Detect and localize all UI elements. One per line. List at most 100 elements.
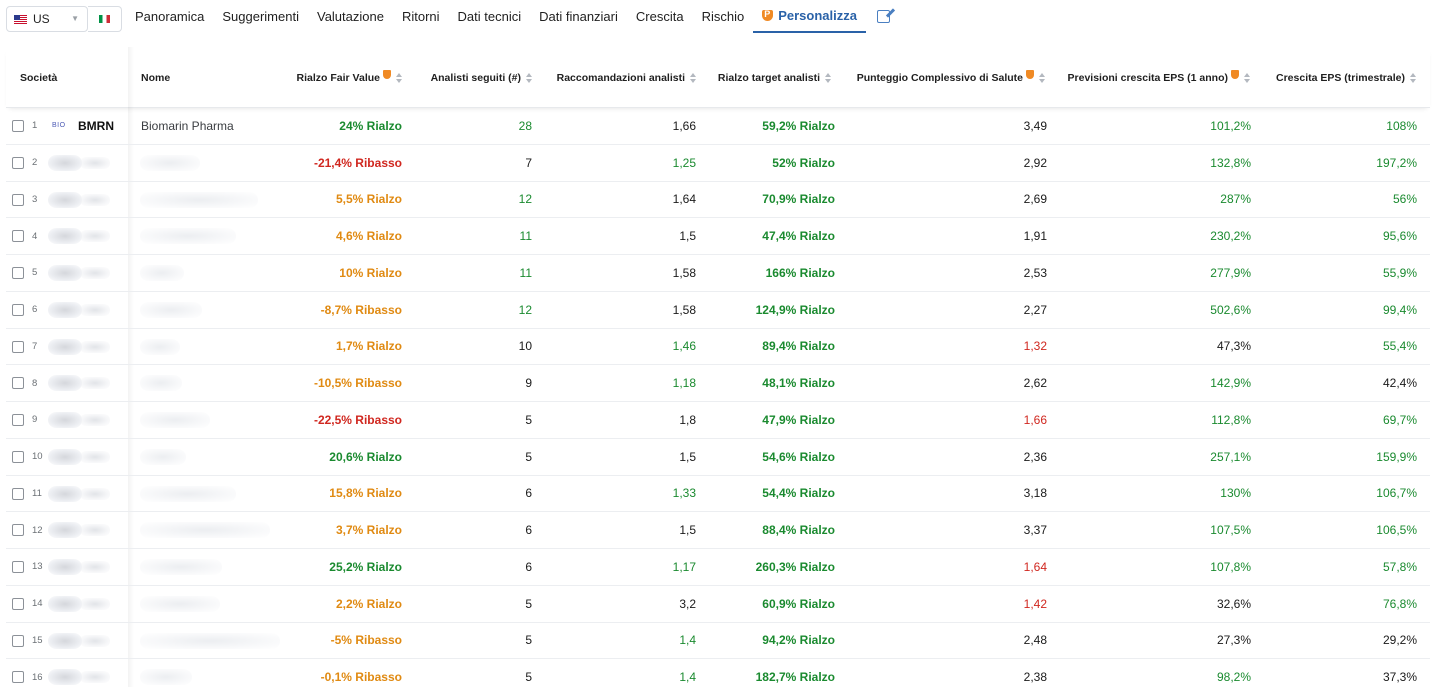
eps-growth-cell: 76,8% xyxy=(1382,596,1417,611)
country-select[interactable]: US ▼ xyxy=(6,6,88,32)
blurred-ticker[interactable] xyxy=(80,450,110,463)
blurred-ticker[interactable] xyxy=(80,377,110,390)
blurred-ticker[interactable] xyxy=(80,340,110,353)
blurred-name[interactable] xyxy=(140,412,210,428)
blurred-name[interactable] xyxy=(140,265,184,281)
row-checkbox[interactable] xyxy=(12,193,24,206)
header-fair-value[interactable]: Rialzo Fair Value xyxy=(256,47,402,108)
row-checkbox[interactable] xyxy=(12,487,24,500)
blurred-name[interactable] xyxy=(140,191,258,208)
table-row[interactable]: 11 15,8% Rialzo 6 1,33 54,4% Rialzo 3,18 130% 1… xyxy=(6,476,1430,513)
blurred-ticker[interactable] xyxy=(80,193,110,206)
blurred-ticker[interactable] xyxy=(80,671,110,684)
company-name-link[interactable]: Biomarin Pharma xyxy=(141,108,234,144)
row-checkbox[interactable] xyxy=(12,634,24,647)
row-checkbox[interactable] xyxy=(12,671,24,684)
tab-personalizza[interactable]: Personalizza xyxy=(753,0,866,33)
language-button[interactable] xyxy=(88,6,122,32)
row-checkbox[interactable] xyxy=(12,120,24,132)
row-checkbox[interactable] xyxy=(12,267,24,279)
blurred-name[interactable] xyxy=(140,485,236,502)
table-row[interactable]: 9 -22,5% Ribasso 5 1,8 47,9% Rialzo 1,66 112,8… xyxy=(6,402,1430,439)
edit-columns-button[interactable] xyxy=(866,0,899,33)
header-analysts[interactable]: Analisti seguiti (#) xyxy=(406,47,532,108)
blurred-name[interactable] xyxy=(140,448,186,465)
blurred-logo xyxy=(48,485,82,502)
table-row[interactable]: 5 10% Rialzo 11 1,58 166% Rialzo 2,53 277,9% 55… xyxy=(6,255,1430,292)
table-row[interactable]: 10 20,6% Rialzo 5 1,5 54,6% Rialzo 2,36 257,1%… xyxy=(6,439,1430,476)
blurred-name[interactable] xyxy=(140,375,182,392)
table-row[interactable]: 3 5,5% Rialzo 12 1,64 70,9% Rialzo 2,69 287% 56… xyxy=(6,182,1430,219)
table-row[interactable]: 7 1,7% Rialzo 10 1,46 89,4% Rialzo 1,32 47,3% 5… xyxy=(6,329,1430,366)
recommendations-cell: 1,5 xyxy=(679,229,696,244)
tab-dati-tecnici[interactable]: Dati tecnici xyxy=(449,0,531,33)
table-row[interactable]: 13 25,2% Rialzo 6 1,17 260,3% Rialzo 1,64 107,… xyxy=(6,549,1430,586)
table-row[interactable]: 8 -10,5% Ribasso 9 1,18 48,1% Rialzo 2,62 142,… xyxy=(6,365,1430,402)
row-checkbox[interactable] xyxy=(12,561,24,573)
blurred-ticker[interactable] xyxy=(80,267,110,279)
recommendations-cell: 1,4 xyxy=(679,670,696,685)
blurred-name[interactable] xyxy=(140,228,236,245)
table-row[interactable]: 12 3,7% Rialzo 6 1,5 88,4% Rialzo 3,37 107,5% 1… xyxy=(6,512,1430,549)
row-checkbox[interactable] xyxy=(12,524,24,537)
tab-ritorni[interactable]: Ritorni xyxy=(393,0,449,33)
table-row[interactable]: 6 -8,7% Ribasso 12 1,58 124,9% Rialzo 2,27 502… xyxy=(6,292,1430,329)
row-checkbox[interactable] xyxy=(12,377,24,390)
eps-forecast-cell: 101,2% xyxy=(1210,118,1251,133)
tab-suggerimenti[interactable]: Suggerimenti xyxy=(213,0,308,33)
blurred-logo xyxy=(48,559,82,575)
blurred-name[interactable] xyxy=(140,154,200,171)
analysts-cell: 6 xyxy=(525,486,532,501)
table-row[interactable]: 2 -21,4% Ribasso 7 1,25 52% Rialzo 2,92 132,8%… xyxy=(6,145,1430,182)
row-checkbox[interactable] xyxy=(12,156,24,169)
tab-crescita[interactable]: Crescita xyxy=(627,0,693,33)
row-checkbox[interactable] xyxy=(12,230,24,243)
header-health[interactable]: Punteggio Complessivo di Salute xyxy=(836,47,1045,108)
tab-panoramica[interactable]: Panoramica xyxy=(126,0,213,33)
blurred-ticker[interactable] xyxy=(80,156,110,169)
blurred-ticker[interactable] xyxy=(80,303,110,316)
blurred-name[interactable] xyxy=(140,522,270,539)
table-row[interactable]: 16 -0,1% Ribasso 5 1,4 182,7% Rialzo 2,38 98,2… xyxy=(6,659,1430,693)
ticker-link[interactable]: BMRN xyxy=(78,108,114,144)
row-checkbox[interactable] xyxy=(12,340,24,353)
header-eps-forecast[interactable]: Previsioni crescita EPS (1 anno) xyxy=(1050,47,1250,108)
tab-dati-finanziari[interactable]: Dati finanziari xyxy=(530,0,627,33)
health-score-cell: 2,62 xyxy=(1023,376,1047,391)
row-checkbox[interactable] xyxy=(12,597,24,610)
eps-growth-cell: 56% xyxy=(1392,192,1417,207)
header-recommendations[interactable]: Raccomandazioni analisti xyxy=(536,47,696,108)
row-number: 15 xyxy=(32,634,43,646)
blurred-logo xyxy=(48,154,82,171)
blurred-name[interactable] xyxy=(140,301,202,318)
row-number: 4 xyxy=(32,230,38,242)
tab-rischio[interactable]: Rischio xyxy=(693,0,754,33)
table-row[interactable]: 1 BIO BMRN Biomarin Pharma 24% Rialzo 28 1,66 5… xyxy=(6,108,1430,145)
header-company[interactable]: Società xyxy=(20,47,57,108)
blurred-name[interactable] xyxy=(140,669,192,686)
blurred-name[interactable] xyxy=(140,595,220,612)
row-checkbox[interactable] xyxy=(12,450,24,463)
header-target[interactable]: Rialzo target analisti xyxy=(700,47,831,108)
blurred-ticker[interactable] xyxy=(80,561,110,573)
blurred-ticker[interactable] xyxy=(80,230,110,243)
header-name[interactable]: Nome xyxy=(141,47,170,108)
header-eps-growth[interactable]: Crescita EPS (trimestrale) xyxy=(1256,47,1416,108)
row-checkbox[interactable] xyxy=(12,414,24,426)
blurred-logo xyxy=(48,265,82,281)
analysts-cell: 11 xyxy=(519,265,532,280)
blurred-ticker[interactable] xyxy=(80,414,110,426)
target-cell: 89,4% Rialzo xyxy=(762,339,835,354)
blurred-name[interactable] xyxy=(140,338,180,355)
table-row[interactable]: 15 -5% Ribasso 5 1,4 94,2% Rialzo 2,48 27,3% 29… xyxy=(6,623,1430,660)
blurred-ticker[interactable] xyxy=(80,487,110,500)
blurred-ticker[interactable] xyxy=(80,524,110,537)
tab-valutazione[interactable]: Valutazione xyxy=(308,0,393,33)
blurred-ticker[interactable] xyxy=(80,634,110,647)
eps-growth-cell: 55,4% xyxy=(1382,339,1417,354)
blurred-name[interactable] xyxy=(140,559,222,575)
row-checkbox[interactable] xyxy=(12,303,24,316)
table-row[interactable]: 4 4,6% Rialzo 11 1,5 47,4% Rialzo 1,91 230,2% 9… xyxy=(6,218,1430,255)
table-row[interactable]: 14 2,2% Rialzo 5 3,2 60,9% Rialzo 1,42 32,6% 76… xyxy=(6,586,1430,623)
blurred-ticker[interactable] xyxy=(80,597,110,610)
